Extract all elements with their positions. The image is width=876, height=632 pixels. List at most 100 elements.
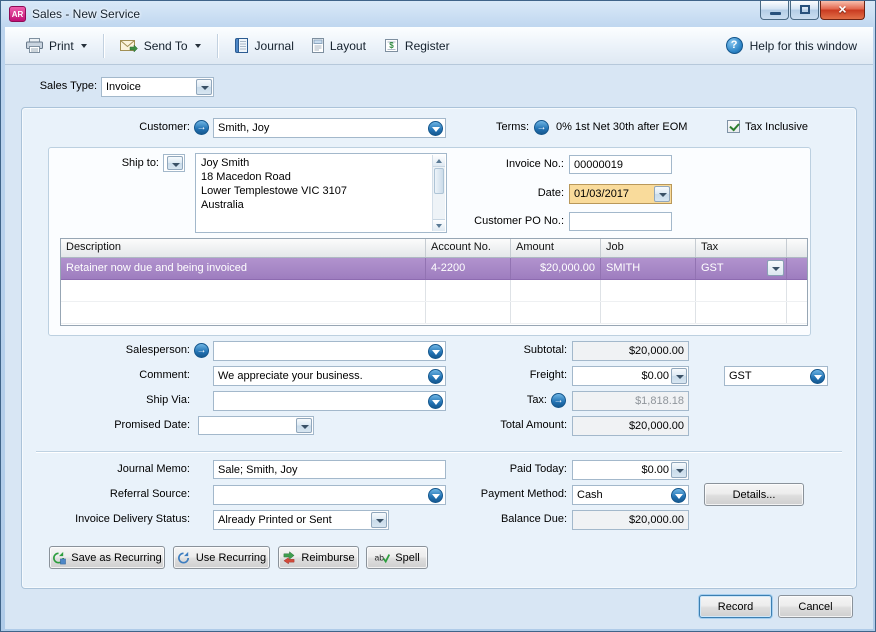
comment-dropdown-icon[interactable] <box>428 368 443 384</box>
salesperson-dropdown-icon[interactable] <box>428 343 443 359</box>
ship-to-dropdown-icon[interactable] <box>167 156 183 170</box>
table-row-selected[interactable]: Retainer now due and being invoiced 4-22… <box>61 258 807 280</box>
cell-description[interactable] <box>61 302 426 323</box>
table-header-row: Description Account No. Amount Job Tax <box>61 239 807 258</box>
toolbar: Print Send To Journal Layout $ Register … <box>5 27 873 65</box>
customer-po-field[interactable] <box>569 212 672 231</box>
ship-via-combo[interactable] <box>213 391 446 411</box>
salesperson-zoom-arrow-icon[interactable] <box>194 343 209 358</box>
cell-account[interactable] <box>426 302 511 323</box>
scrollbar-thumb[interactable] <box>434 168 444 194</box>
cell-account[interactable] <box>426 280 511 301</box>
reimburse-button[interactable]: Reimburse <box>278 546 359 569</box>
cell-blank[interactable] <box>787 280 807 301</box>
freight-field[interactable]: $0.00 <box>572 366 689 386</box>
tax-inclusive-label: Tax Inclusive <box>745 121 808 133</box>
invoice-delivery-status-dropdown-icon[interactable] <box>371 512 387 528</box>
invoice-delivery-status-label: Invoice Delivery Status: <box>75 513 190 525</box>
print-button[interactable]: Print <box>17 32 96 60</box>
freight-tax-dropdown-icon[interactable] <box>810 368 825 384</box>
freight-tax-combo[interactable]: GST <box>724 366 828 386</box>
paid-today-dropdown-icon[interactable] <box>671 462 687 478</box>
balance-due-value: $20,000.00 <box>628 514 684 526</box>
tax-inclusive-checkbox[interactable] <box>727 120 740 133</box>
layout-button[interactable]: Layout <box>303 32 375 60</box>
salesperson-combo[interactable] <box>213 341 446 361</box>
tax-zoom-arrow-icon[interactable] <box>551 393 566 408</box>
promised-date-dropdown-icon[interactable] <box>296 418 312 433</box>
window-title: Sales - New Service <box>32 7 141 21</box>
sales-type-combo[interactable]: Invoice <box>101 77 214 97</box>
cell-account[interactable]: 4-2200 <box>426 258 511 279</box>
journal-button[interactable]: Journal <box>225 32 303 60</box>
cell-tax[interactable]: GST <box>696 258 787 279</box>
ship-to-selector[interactable] <box>163 154 185 172</box>
customer-zoom-arrow-icon[interactable] <box>194 120 209 135</box>
register-label: Register <box>404 38 450 53</box>
payment-method-combo[interactable]: Cash <box>572 485 689 505</box>
customer-label: Customer: <box>139 121 190 133</box>
invoice-no-field[interactable]: 00000019 <box>569 155 672 174</box>
tax-label: Tax: <box>526 394 547 406</box>
salesperson-label: Salesperson: <box>125 344 190 356</box>
print-caret-icon <box>80 43 87 48</box>
print-icon <box>26 38 43 53</box>
cell-blank[interactable] <box>787 302 807 323</box>
cell-job[interactable]: SMITH <box>601 258 696 279</box>
maximize-button[interactable] <box>790 1 819 20</box>
main-panel: Customer: Smith, Joy Terms: 0% 1st Net 3… <box>21 107 857 589</box>
freight-dropdown-icon[interactable] <box>671 368 687 384</box>
record-button[interactable]: Record <box>699 595 772 618</box>
date-field[interactable]: 01/03/2017 <box>569 184 672 204</box>
referral-source-dropdown-icon[interactable] <box>428 487 443 503</box>
referral-source-combo[interactable] <box>213 485 446 505</box>
table-row-empty[interactable] <box>61 302 807 324</box>
table-row-empty[interactable] <box>61 280 807 302</box>
tax-code-dropdown-icon[interactable] <box>767 260 784 276</box>
spell-icon: ab <box>375 553 391 564</box>
cell-job[interactable] <box>601 280 696 301</box>
toolbar-separator <box>216 33 218 58</box>
customer-po-label: Customer PO No.: <box>474 215 564 227</box>
titlebar: AR Sales - New Service <box>2 1 874 27</box>
ship-via-label: Ship Via: <box>146 394 190 406</box>
ship-to-address-box[interactable]: Joy Smith 18 Macedon Road Lower Templest… <box>195 153 447 233</box>
toolbar-separator <box>102 33 104 58</box>
cell-blank[interactable] <box>787 258 807 279</box>
client-area: Print Send To Journal Layout $ Register … <box>5 27 873 629</box>
invoice-delivery-status-combo[interactable]: Already Printed or Sent <box>213 510 389 530</box>
cell-description[interactable] <box>61 280 426 301</box>
reimburse-icon <box>283 551 295 564</box>
total-amount-label: Total Amount: <box>500 419 567 431</box>
customer-combo[interactable]: Smith, Joy <box>213 118 446 138</box>
paid-today-field[interactable]: $0.00 <box>572 460 689 480</box>
cell-description[interactable]: Retainer now due and being invoiced <box>61 258 426 279</box>
promised-date-combo[interactable] <box>198 416 314 435</box>
use-recurring-button[interactable]: Use Recurring <box>173 546 270 569</box>
journal-memo-field[interactable]: Sale; Smith, Joy <box>213 460 446 479</box>
sales-type-dropdown-icon[interactable] <box>196 79 212 95</box>
save-as-recurring-button[interactable]: Save as Recurring <box>49 546 165 569</box>
register-button[interactable]: $ Register <box>375 32 459 60</box>
cell-amount[interactable] <box>511 280 601 301</box>
ship-via-dropdown-icon[interactable] <box>428 393 443 409</box>
minimize-button[interactable] <box>760 1 789 20</box>
terms-zoom-arrow-icon[interactable] <box>534 120 549 135</box>
cancel-button[interactable]: Cancel <box>778 595 853 618</box>
payment-method-dropdown-icon[interactable] <box>671 487 686 503</box>
send-to-button[interactable]: Send To <box>111 32 210 60</box>
help-button[interactable]: Help for this window <box>722 37 861 54</box>
spell-button[interactable]: ab Spell <box>366 546 428 569</box>
reimburse-label: Reimburse <box>301 551 355 564</box>
cell-amount[interactable] <box>511 302 601 323</box>
date-dropdown-icon[interactable] <box>654 186 670 202</box>
details-button[interactable]: Details... <box>704 483 804 506</box>
close-button[interactable] <box>820 1 865 20</box>
cell-tax[interactable] <box>696 280 787 301</box>
comment-combo[interactable]: We appreciate your business. <box>213 366 446 386</box>
balance-due-field: $20,000.00 <box>572 510 689 530</box>
cell-tax[interactable] <box>696 302 787 323</box>
cell-job[interactable] <box>601 302 696 323</box>
cell-amount[interactable]: $20,000.00 <box>511 258 601 279</box>
customer-dropdown-icon[interactable] <box>428 120 443 136</box>
